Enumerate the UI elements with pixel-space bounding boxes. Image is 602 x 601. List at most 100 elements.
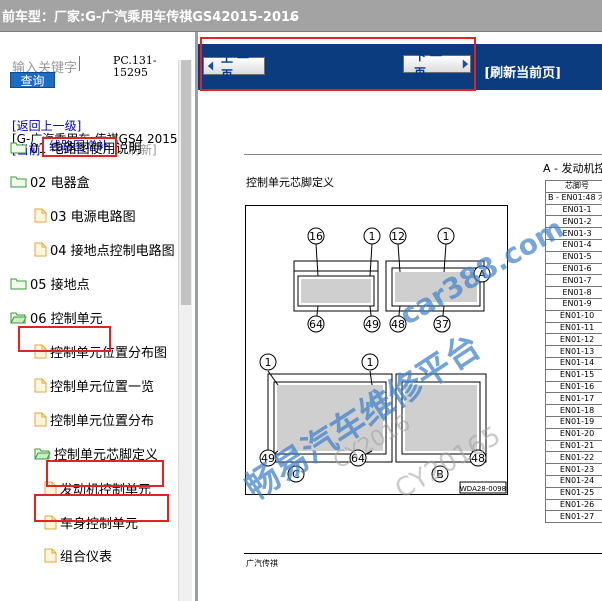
tree-item-label: 控制单元位置一览: [50, 379, 155, 395]
diagram-callout: A: [473, 265, 491, 283]
diagram-callout-label: 48: [471, 452, 485, 465]
diagram-callout-label: 37: [435, 318, 449, 331]
pin-table-row: EN01-24: [544, 474, 602, 488]
diagram-callout-label: C: [292, 468, 300, 481]
pin-cell: EN01-11: [544, 321, 602, 335]
diagram-callout-label: 16: [309, 230, 323, 243]
diagram-callout: 1: [363, 227, 381, 245]
diagram-callout-label: 12: [391, 230, 405, 243]
connector-drawing: 16112164494837A1149644837CB WDA28-0098: [259, 227, 507, 494]
pin-cell: EN01-10: [544, 309, 602, 323]
pin-table-row: EN01-15: [544, 368, 602, 382]
pin-cell: EN01-17: [544, 392, 602, 406]
tree-item-label: 05 接地点: [30, 277, 90, 293]
scroll-thumb[interactable]: [181, 60, 191, 305]
pin-cell: EN01-18: [544, 404, 602, 417]
search-input[interactable]: [79, 56, 85, 71]
folder-open-icon: [10, 312, 27, 323]
diagram-callout-label: 48: [391, 318, 405, 331]
tree-item-label: 04 接地点控制电路图: [50, 243, 175, 259]
annotation-box-pin-definition: [46, 460, 164, 487]
pin-table-row: EN01-4: [544, 238, 602, 252]
folder-icon: [10, 176, 27, 187]
pin-cell: EN01-19: [544, 415, 602, 429]
pin-cell: EN01-15: [544, 368, 602, 382]
pin-table-row: EN01-21: [544, 439, 602, 453]
diagram-callout: 64: [307, 315, 325, 333]
tree-item[interactable]: 06 控制单元: [10, 307, 103, 327]
diagram-callout: 12: [389, 227, 407, 245]
pin-table-row: EN01-16: [544, 380, 602, 394]
diagram-callout-label: 1: [369, 230, 376, 243]
annotation-box-tab: [42, 137, 117, 157]
folder-icon: [10, 142, 27, 153]
diagram-callout-label: 1: [443, 230, 450, 243]
tree-item[interactable]: 组合仪表: [44, 545, 112, 565]
tree-item-label: 控制单元位置分布: [50, 413, 155, 429]
pin-table-row: EN01-19: [544, 415, 602, 429]
diagram-callout: 16: [307, 227, 325, 245]
tree-item[interactable]: 03 电源电路图: [34, 205, 136, 225]
diagram-code: WDA28-0098: [460, 485, 506, 493]
pin-cell: EN01-2: [544, 215, 602, 229]
pin-table-row: EN01-26: [544, 498, 602, 512]
pin-table-row: EN01-17: [544, 392, 602, 406]
pin-cell: EN01-4: [544, 238, 602, 252]
pin-cell: EN01-21: [544, 439, 602, 453]
title-link[interactable]: _: [290, 6, 297, 21]
document-icon: [34, 242, 47, 256]
diagram-callout: 48: [389, 315, 407, 333]
pin-table-row: EN01-2: [544, 215, 602, 229]
tree-item[interactable]: 05 接地点: [10, 273, 90, 293]
pin-table-row: EN01-23: [544, 463, 602, 476]
pin-cell: EN01-8: [544, 286, 602, 299]
pin-table-header: 芯脚号: [544, 180, 602, 193]
pin-table-row: EN01-6: [544, 262, 602, 276]
diagram-callout-label: 1: [367, 356, 374, 369]
tree-item[interactable]: 控制单元位置一览: [34, 375, 154, 395]
refresh-page-button[interactable]: [刷新当前页]: [484, 62, 561, 81]
pin-table-row: EN01-14: [544, 356, 602, 370]
diagram-callout-label: 49: [365, 318, 379, 331]
pin-cell: EN01-27: [544, 510, 602, 524]
pin-cell: EN01-7: [544, 274, 602, 288]
document-footer: 广汽传祺: [246, 559, 278, 568]
pin-cell: EN01-24: [544, 474, 602, 488]
pin-cell: EN01-3: [544, 227, 602, 240]
diagram-callout: 1: [361, 353, 379, 371]
diagram-callout-label: A: [478, 268, 486, 281]
pin-table-row: EN01-13: [544, 345, 602, 358]
diagram-callout: C: [287, 465, 305, 483]
search-button[interactable]: 查询: [10, 72, 55, 88]
document-icon: [34, 378, 47, 392]
pin-cell: EN01-20: [544, 427, 602, 441]
window-titlebar: 前车型：厂家:G-广汽乘用车传祺GS42015-2016 _: [0, 0, 602, 32]
scrollbar[interactable]: [178, 60, 192, 601]
window-title: 前车型：厂家:G-广汽乘用车传祺GS42015-2016: [2, 10, 300, 25]
pin-cell: EN01-12: [544, 333, 602, 347]
diagram-callout: 49: [259, 449, 277, 467]
pin-table-row: EN01-22: [544, 451, 602, 465]
diagram-callout-label: 49: [261, 452, 275, 465]
pin-cell: EN01-1: [544, 203, 602, 217]
pin-table-row: EN01-11: [544, 321, 602, 335]
pin-table-row: EN01-7: [544, 274, 602, 288]
pin-table-row: EN01-1: [544, 203, 602, 217]
diagram-callout-label: B: [436, 468, 444, 481]
tree-item[interactable]: 02 电器盒: [10, 171, 90, 191]
pin-cell: EN01-14: [544, 356, 602, 370]
tree-item[interactable]: 04 接地点控制电路图: [34, 239, 175, 259]
diagram-callout: B: [431, 465, 449, 483]
pin-table-row: EN01-9: [544, 297, 602, 311]
annotation-box-engine-unit: [34, 494, 169, 522]
pin-cell: B - EN01:48 才: [544, 191, 602, 205]
pin-table-row: EN01-18: [544, 404, 602, 417]
pin-cell: EN01-23: [544, 463, 602, 476]
document-icon: [34, 412, 47, 426]
tree-item-label: 组合仪表: [60, 549, 113, 565]
diagram-callout: 1: [437, 227, 455, 245]
diagram-callout: 1: [259, 353, 277, 371]
pin-table-row: EN01-8: [544, 286, 602, 299]
section-title: A - 发动机控: [543, 162, 602, 175]
tree-item[interactable]: 控制单元位置分布: [34, 409, 154, 429]
